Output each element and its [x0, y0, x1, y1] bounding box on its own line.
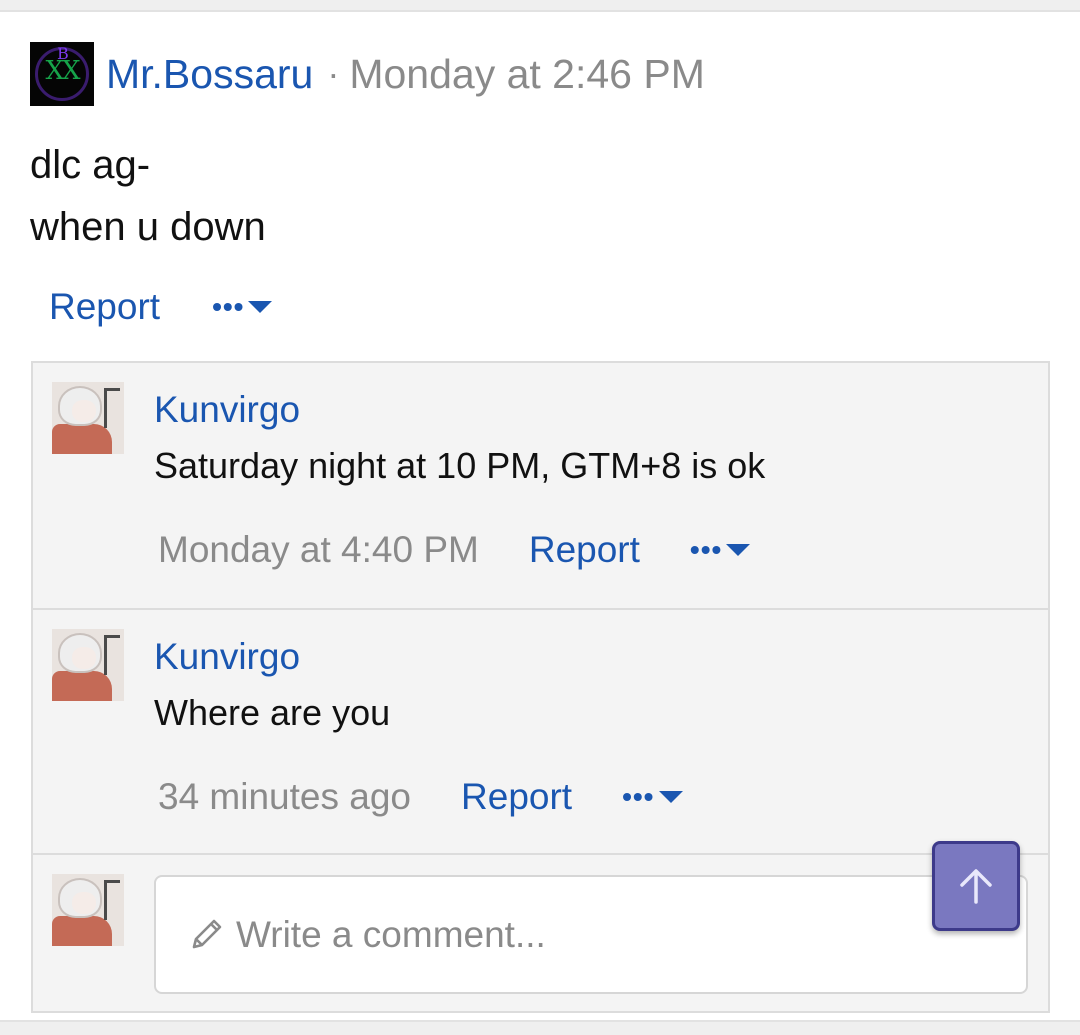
- header-separator: ·: [327, 53, 340, 94]
- avatar-logo-mark: XX: [45, 56, 80, 86]
- ellipsis-icon: •••: [212, 291, 245, 322]
- post-report-link[interactable]: Report: [49, 286, 160, 328]
- arrow-up-icon: [960, 869, 992, 904]
- post-more-menu[interactable]: •••: [212, 291, 273, 323]
- comment-text: Where are you: [154, 692, 391, 733]
- comment-item: Kunvirgo Saturday night at 10 PM, GTM+8 …: [33, 363, 1048, 608]
- post-actions: Report •••: [49, 284, 273, 330]
- caret-down-icon: [248, 301, 273, 313]
- comment-timestamp[interactable]: Monday at 4:40 PM: [158, 529, 479, 571]
- post-line: when u down: [30, 205, 266, 249]
- pencil-icon: [192, 919, 222, 948]
- reply-row: Write a comment...: [33, 853, 1048, 1011]
- reply-avatar: [52, 874, 124, 946]
- comments-section: Kunvirgo Saturday night at 10 PM, GTM+8 …: [31, 361, 1050, 1013]
- scroll-to-top-button[interactable]: [932, 841, 1020, 931]
- caret-down-icon: [726, 544, 751, 556]
- comment-actions: 34 minutes ago Report •••: [158, 774, 683, 820]
- comment-avatar[interactable]: [52, 629, 124, 701]
- ellipsis-icon: •••: [622, 781, 655, 812]
- post-author-link[interactable]: Mr.Bossaru: [106, 51, 313, 98]
- bottom-divider: [0, 1020, 1080, 1035]
- comment-author-link[interactable]: Kunvirgo: [154, 636, 300, 678]
- comment-text: Saturday night at 10 PM, GTM+8 is ok: [154, 445, 766, 486]
- comment-more-menu[interactable]: •••: [689, 534, 751, 566]
- comment-avatar[interactable]: [52, 382, 124, 454]
- comment-report-link[interactable]: Report: [529, 529, 640, 571]
- comment-report-link[interactable]: Report: [461, 776, 572, 818]
- comment-item: Kunvirgo Where are you 34 minutes ago Re…: [33, 608, 1048, 853]
- comment-author-link[interactable]: Kunvirgo: [154, 389, 300, 431]
- comment-more-menu[interactable]: •••: [622, 781, 683, 813]
- post-header: B XX Mr.Bossaru · Monday at 2:46 PM: [30, 42, 705, 106]
- comment-timestamp[interactable]: 34 minutes ago: [158, 776, 411, 818]
- comment-placeholder: Write a comment...: [236, 913, 546, 955]
- author-avatar[interactable]: B XX: [30, 42, 94, 106]
- ellipsis-icon: •••: [689, 534, 723, 565]
- post-body: dlc ag- when u down: [30, 134, 266, 258]
- post-line: dlc ag-: [30, 143, 151, 187]
- write-comment-input[interactable]: Write a comment...: [154, 875, 1028, 994]
- post-timestamp[interactable]: Monday at 2:46 PM: [349, 51, 705, 98]
- caret-down-icon: [658, 791, 683, 803]
- top-divider: [0, 0, 1080, 12]
- comment-actions: Monday at 4:40 PM Report •••: [158, 527, 751, 573]
